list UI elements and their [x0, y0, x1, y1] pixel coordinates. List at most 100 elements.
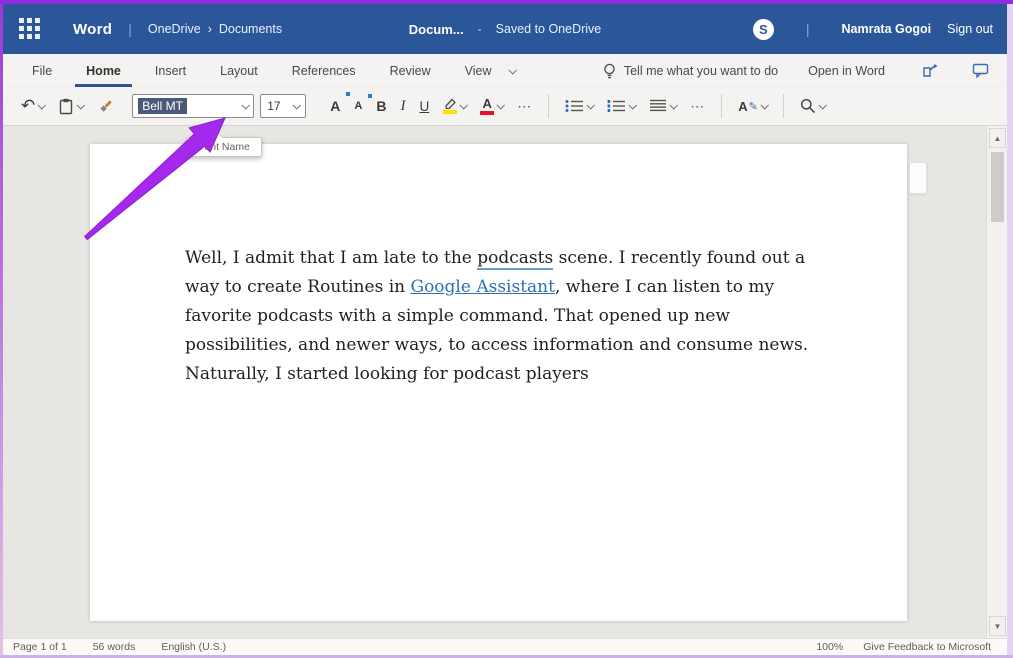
numbered-list-chevron-icon[interactable]	[629, 101, 637, 109]
breadcrumb: OneDrive › Documents	[148, 22, 282, 36]
statusbar-right-group: 100% Give Feedback to Microsoft	[816, 641, 997, 653]
find-chevron-icon[interactable]	[818, 101, 826, 109]
ribbon-tab-bar: File Home Insert Layout References Revie…	[3, 54, 1007, 87]
tab-references[interactable]: References	[281, 55, 367, 87]
tell-me-label: Tell me what you want to do	[624, 64, 778, 78]
document-page[interactable]: Well, I admit that I am late to the podc…	[90, 144, 907, 621]
menubar-right-group: Tell me what you want to do Open in Word	[603, 59, 995, 83]
breadcrumb-root[interactable]: OneDrive	[148, 22, 201, 36]
scroll-down-button[interactable]: ▼	[989, 616, 1006, 636]
document-canvas: Well, I admit that I am late to the podc…	[3, 126, 986, 638]
word-count[interactable]: 56 words	[93, 641, 136, 653]
shrink-font-button[interactable]: A	[350, 97, 366, 115]
underline-button[interactable]: U	[415, 96, 433, 117]
more-paragraph-options-button[interactable]: ⋯	[686, 95, 709, 118]
bullet-list-button[interactable]	[561, 96, 597, 116]
styles-button[interactable]: A ✎	[734, 96, 771, 117]
font-name-chevron-icon[interactable]	[242, 101, 250, 109]
app-launcher-icon[interactable]	[19, 18, 41, 40]
shrink-font-mark-icon	[368, 94, 372, 98]
tab-review[interactable]: Review	[379, 55, 442, 87]
share-icon	[922, 63, 939, 78]
font-size-chevron-icon[interactable]	[293, 101, 301, 109]
page-margin-button[interactable]	[909, 162, 927, 194]
justify-icon	[649, 99, 667, 113]
screenshot-border-top	[0, 0, 1013, 4]
scroll-up-button[interactable]: ▲	[989, 128, 1006, 148]
find-button[interactable]	[796, 95, 829, 117]
topbar-divider: |	[128, 21, 132, 37]
scrollbar-thumb[interactable]	[991, 152, 1004, 222]
grow-font-button[interactable]: A	[326, 95, 344, 117]
italic-button[interactable]: I	[396, 95, 409, 118]
styles-icon: A	[738, 99, 747, 114]
zoom-level[interactable]: 100%	[816, 641, 843, 653]
topbar-right-group: S | Namrata Gogoi Sign out	[753, 19, 993, 40]
bullet-list-chevron-icon[interactable]	[587, 101, 595, 109]
topbar: Word | OneDrive › Documents Docum... - S…	[3, 4, 1007, 54]
topbar-divider: |	[806, 21, 810, 37]
shrink-font-icon: A	[354, 100, 362, 112]
more-tabs-chevron-icon[interactable]	[508, 66, 516, 74]
tab-file[interactable]: File	[21, 55, 63, 87]
document-title[interactable]: Docum...	[409, 22, 464, 37]
user-name[interactable]: Namrata Gogoi	[842, 22, 932, 36]
paragraph-chevron-icon[interactable]	[670, 101, 678, 109]
breadcrumb-folder[interactable]: Documents	[219, 22, 282, 36]
toolbar-separator	[721, 94, 722, 118]
word-online-window: Word | OneDrive › Documents Docum... - S…	[0, 0, 1013, 658]
tooltip-text: Font Name	[198, 141, 250, 153]
highlight-chevron-icon[interactable]	[460, 101, 468, 109]
undo-button[interactable]: ↶	[17, 96, 48, 116]
document-text[interactable]: Well, I admit that I am late to the podc…	[185, 244, 817, 389]
google-assistant-link[interactable]: Google Assistant	[410, 277, 554, 297]
vertical-scrollbar[interactable]: ▲ ▼	[986, 126, 1007, 638]
undo-chevron-icon	[38, 101, 46, 109]
font-name-combobox[interactable]: Bell MT	[132, 94, 254, 118]
highlight-color-button[interactable]	[439, 95, 470, 117]
search-icon	[800, 98, 816, 114]
tab-layout[interactable]: Layout	[209, 55, 269, 87]
save-status: Saved to OneDrive	[496, 22, 602, 36]
sign-out-link[interactable]: Sign out	[947, 22, 993, 36]
format-painter-button[interactable]	[93, 95, 118, 118]
font-size-value: 17	[267, 99, 280, 113]
breadcrumb-separator-icon: ›	[208, 22, 212, 36]
more-font-options-button[interactable]: ⋯	[513, 95, 536, 118]
tab-home[interactable]: Home	[75, 55, 132, 87]
font-size-combobox[interactable]: 17	[260, 94, 306, 118]
screenshot-border-right	[1007, 4, 1013, 655]
format-painter-brush-icon	[97, 98, 114, 115]
paragraph-format-button[interactable]	[645, 96, 680, 116]
paste-button[interactable]	[54, 95, 87, 118]
bold-button[interactable]: B	[372, 95, 390, 117]
tab-insert[interactable]: Insert	[144, 55, 197, 87]
grow-font-icon: A	[330, 98, 340, 114]
skype-icon[interactable]: S	[753, 19, 774, 40]
comments-button[interactable]	[965, 59, 995, 83]
app-name[interactable]: Word	[73, 21, 112, 38]
tab-view[interactable]: View	[454, 55, 503, 87]
title-separator: -	[478, 22, 482, 36]
podcasts-link[interactable]: podcasts	[477, 248, 553, 270]
tell-me-button[interactable]: Tell me what you want to do	[603, 63, 778, 79]
clipboard-icon	[58, 98, 74, 115]
feedback-link[interactable]: Give Feedback to Microsoft	[863, 641, 991, 653]
styles-chevron-icon[interactable]	[760, 101, 768, 109]
open-in-word-button[interactable]: Open in Word	[808, 64, 885, 78]
language-indicator[interactable]: English (U.S.)	[161, 641, 226, 653]
paste-chevron-icon	[77, 101, 85, 109]
bullet-list-icon	[565, 99, 584, 113]
document-title-group: Docum... - Saved to OneDrive	[409, 4, 602, 54]
highlighter-icon	[443, 98, 457, 114]
font-color-icon: A	[480, 97, 494, 115]
numbered-list-button[interactable]	[603, 96, 639, 116]
lightbulb-icon	[603, 63, 616, 79]
comment-icon	[972, 63, 989, 78]
share-button[interactable]	[915, 59, 945, 83]
font-color-button[interactable]: A	[476, 94, 507, 118]
text-run: Well, I admit that I am late to the	[185, 248, 477, 268]
font-color-chevron-icon[interactable]	[497, 101, 505, 109]
toolbar-separator	[783, 94, 784, 118]
page-count[interactable]: Page 1 of 1	[13, 641, 67, 653]
